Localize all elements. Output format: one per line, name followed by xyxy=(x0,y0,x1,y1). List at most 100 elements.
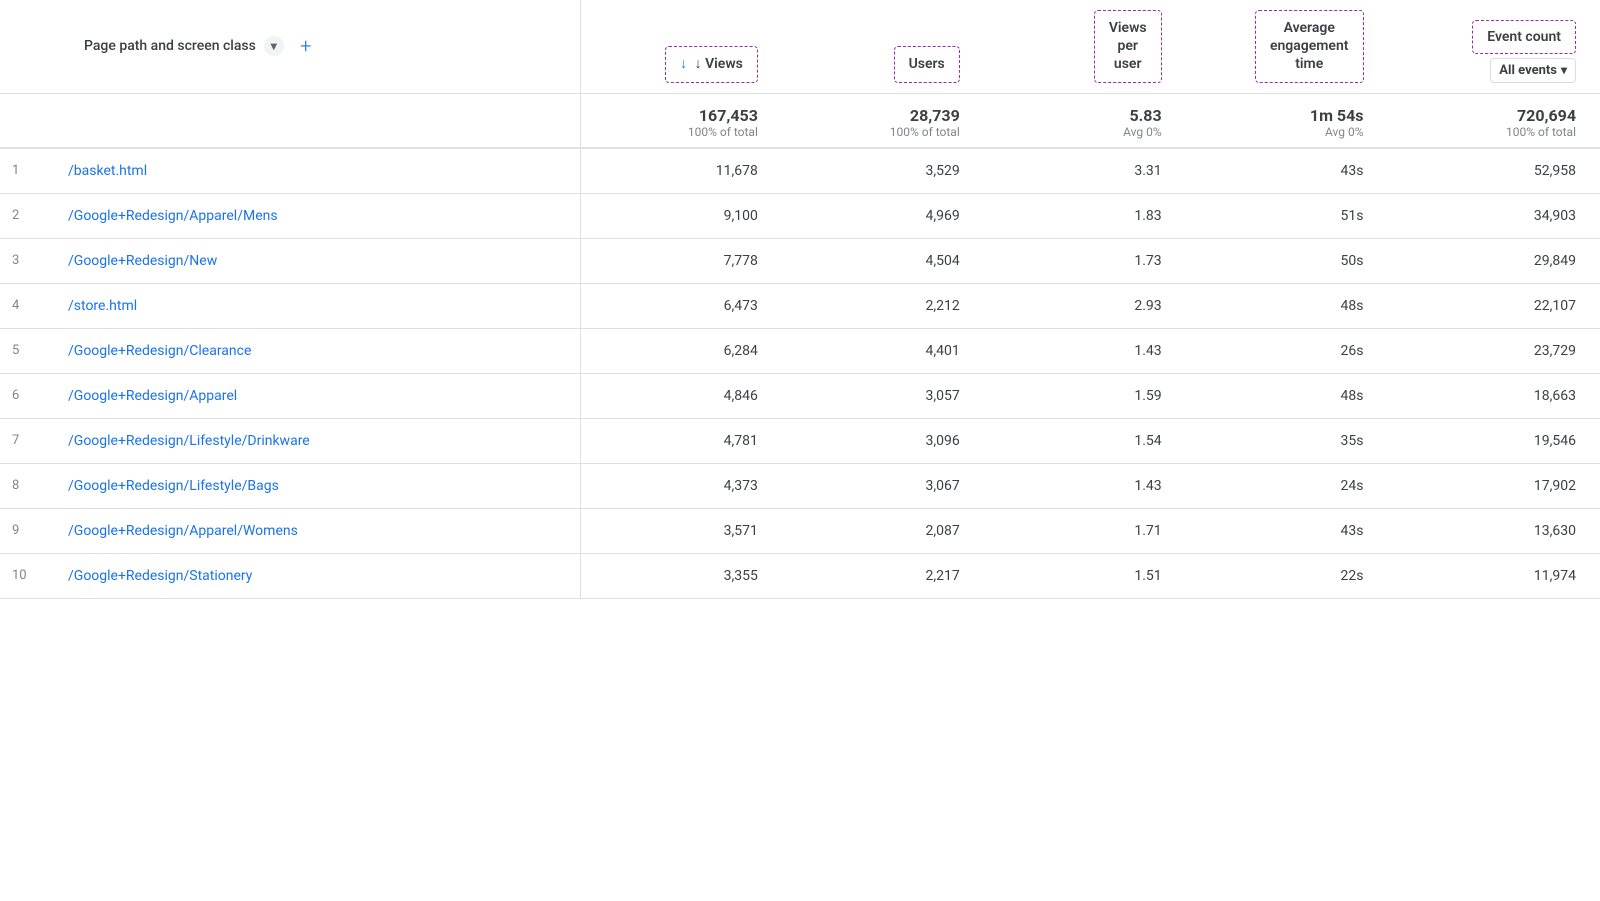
views-sort-button[interactable]: ↓ ↓ Views xyxy=(665,46,758,82)
row-views-per-user: 3.31 xyxy=(984,148,1186,194)
table-row: 3 /Google+Redesign/New 7,778 4,504 1.73 … xyxy=(0,238,1600,283)
row-views: 3,355 xyxy=(580,553,782,598)
row-avg-engagement: 35s xyxy=(1186,418,1388,463)
views-per-user-header: Viewsperuser xyxy=(984,0,1186,93)
row-event-count: 19,546 xyxy=(1388,418,1600,463)
avg-engagement-sort-button[interactable]: Averageengagementtime xyxy=(1255,10,1364,83)
chevron-down-icon: ▾ xyxy=(1561,63,1567,77)
row-event-count: 34,903 xyxy=(1388,193,1600,238)
totals-avg-engagement-cell: 1m 54s Avg 0% xyxy=(1186,93,1388,148)
row-users: 4,401 xyxy=(782,328,984,373)
row-path: /Google+Redesign/Clearance xyxy=(60,328,580,373)
table-row: 4 /store.html 6,473 2,212 2.93 48s 22,10… xyxy=(0,283,1600,328)
table-row: 8 /Google+Redesign/Lifestyle/Bags 4,373 … xyxy=(0,463,1600,508)
totals-event-count-value: 720,694 xyxy=(1400,106,1577,125)
row-views-per-user: 1.73 xyxy=(984,238,1186,283)
totals-dimension-cell xyxy=(60,93,580,148)
row-event-count: 11,974 xyxy=(1388,553,1600,598)
dimension-header: Page path and screen class ▾ + xyxy=(60,0,580,93)
row-path: /Google+Redesign/Stationery xyxy=(60,553,580,598)
totals-avg-engagement-sub: Avg 0% xyxy=(1198,125,1364,139)
row-views: 3,571 xyxy=(580,508,782,553)
row-views-per-user: 1.71 xyxy=(984,508,1186,553)
row-rank: 3 xyxy=(0,238,60,283)
path-link[interactable]: /Google+Redesign/Lifestyle/Bags xyxy=(68,478,279,494)
path-link[interactable]: /Google+Redesign/Stationery xyxy=(68,568,252,584)
totals-rank-cell xyxy=(0,93,60,148)
totals-views-cell: 167,453 100% of total xyxy=(580,93,782,148)
views-per-user-sort-button[interactable]: Viewsperuser xyxy=(1094,10,1162,83)
row-event-count: 52,958 xyxy=(1388,148,1600,194)
row-avg-engagement: 48s xyxy=(1186,283,1388,328)
totals-views-per-user-value: 5.83 xyxy=(996,106,1162,125)
avg-engagement-header: Averageengagementtime xyxy=(1186,0,1388,93)
totals-views-sub: 100% of total xyxy=(593,125,758,139)
path-link[interactable]: /Google+Redesign/New xyxy=(68,253,217,269)
row-views-per-user: 1.43 xyxy=(984,463,1186,508)
row-avg-engagement: 51s xyxy=(1186,193,1388,238)
table-row: 7 /Google+Redesign/Lifestyle/Drinkware 4… xyxy=(0,418,1600,463)
row-path: /Google+Redesign/Apparel/Mens xyxy=(60,193,580,238)
totals-views-value: 167,453 xyxy=(593,106,758,125)
row-path: /Google+Redesign/Lifestyle/Drinkware xyxy=(60,418,580,463)
table-row: 10 /Google+Redesign/Stationery 3,355 2,2… xyxy=(0,553,1600,598)
row-views: 4,781 xyxy=(580,418,782,463)
row-rank: 7 xyxy=(0,418,60,463)
table-row: 6 /Google+Redesign/Apparel 4,846 3,057 1… xyxy=(0,373,1600,418)
row-views-per-user: 1.43 xyxy=(984,328,1186,373)
row-views-per-user: 1.54 xyxy=(984,418,1186,463)
row-users: 2,087 xyxy=(782,508,984,553)
totals-event-count-sub: 100% of total xyxy=(1400,125,1577,139)
row-avg-engagement: 26s xyxy=(1186,328,1388,373)
row-path: /Google+Redesign/Apparel/Womens xyxy=(60,508,580,553)
row-rank: 9 xyxy=(0,508,60,553)
dimension-label: Page path and screen class xyxy=(84,38,256,54)
table-row: 5 /Google+Redesign/Clearance 6,284 4,401… xyxy=(0,328,1600,373)
row-avg-engagement: 50s xyxy=(1186,238,1388,283)
row-event-count: 13,630 xyxy=(1388,508,1600,553)
row-rank: 4 xyxy=(0,283,60,328)
path-link[interactable]: /store.html xyxy=(68,298,137,314)
row-event-count: 17,902 xyxy=(1388,463,1600,508)
event-count-sort-button[interactable]: Event count xyxy=(1472,20,1576,54)
row-views-per-user: 1.83 xyxy=(984,193,1186,238)
row-event-count: 22,107 xyxy=(1388,283,1600,328)
row-path: /Google+Redesign/New xyxy=(60,238,580,283)
row-rank: 2 xyxy=(0,193,60,238)
users-sort-button[interactable]: Users xyxy=(894,46,960,82)
table-row: 2 /Google+Redesign/Apparel/Mens 9,100 4,… xyxy=(0,193,1600,238)
row-rank: 10 xyxy=(0,553,60,598)
path-link[interactable]: /Google+Redesign/Apparel xyxy=(68,388,237,404)
event-count-dropdown[interactable]: All events ▾ xyxy=(1490,58,1576,83)
totals-row: 167,453 100% of total 28,739 100% of tot… xyxy=(0,93,1600,148)
row-views: 4,373 xyxy=(580,463,782,508)
row-views: 9,100 xyxy=(580,193,782,238)
row-event-count: 23,729 xyxy=(1388,328,1600,373)
rank-header-col xyxy=(0,0,60,93)
row-path: /basket.html xyxy=(60,148,580,194)
dimension-dropdown-icon[interactable]: ▾ xyxy=(264,36,284,56)
totals-users-value: 28,739 xyxy=(794,106,960,125)
row-event-count: 29,849 xyxy=(1388,238,1600,283)
row-users: 3,057 xyxy=(782,373,984,418)
path-link[interactable]: /Google+Redesign/Lifestyle/Drinkware xyxy=(68,433,310,449)
row-users: 3,096 xyxy=(782,418,984,463)
row-rank: 5 xyxy=(0,328,60,373)
add-dimension-button[interactable]: + xyxy=(292,32,320,60)
row-path: /store.html xyxy=(60,283,580,328)
path-link[interactable]: /Google+Redesign/Clearance xyxy=(68,343,251,359)
row-users: 4,969 xyxy=(782,193,984,238)
totals-users-sub: 100% of total xyxy=(794,125,960,139)
totals-views-per-user-sub: Avg 0% xyxy=(996,125,1162,139)
row-users: 4,504 xyxy=(782,238,984,283)
path-link[interactable]: /Google+Redesign/Apparel/Womens xyxy=(68,523,298,539)
row-users: 3,067 xyxy=(782,463,984,508)
row-views: 6,473 xyxy=(580,283,782,328)
path-link[interactable]: /Google+Redesign/Apparel/Mens xyxy=(68,208,278,224)
sort-arrow-icon: ↓ xyxy=(680,56,690,72)
row-users: 3,529 xyxy=(782,148,984,194)
views-header: ↓ ↓ Views xyxy=(580,0,782,93)
row-rank: 6 xyxy=(0,373,60,418)
row-views: 4,846 xyxy=(580,373,782,418)
path-link[interactable]: /basket.html xyxy=(68,163,147,179)
